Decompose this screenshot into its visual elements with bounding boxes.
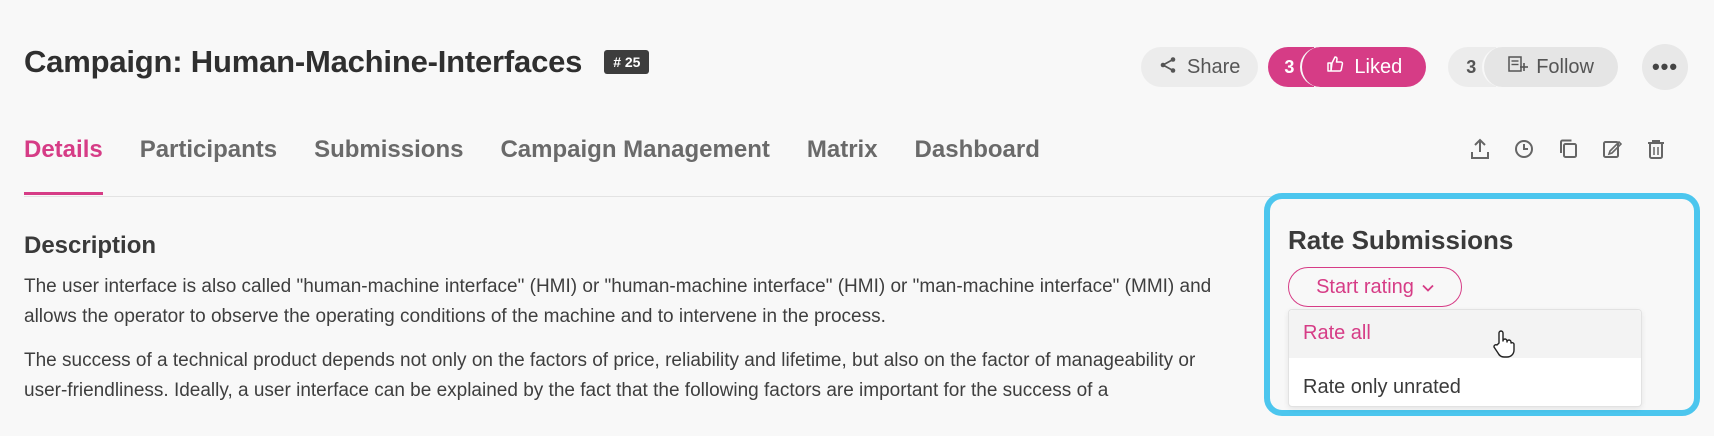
thumbs-up-icon: [1326, 55, 1344, 79]
hand-cursor-icon: [1491, 330, 1515, 365]
follow-group: 3 Follow: [1448, 47, 1618, 87]
title-row: Campaign: Human-Machine-Interfaces # 25: [24, 44, 650, 80]
more-options-button[interactable]: •••: [1642, 44, 1688, 90]
follow-button[interactable]: Follow: [1482, 47, 1618, 87]
campaign-page: Campaign: Human-Machine-Interfaces # 25 …: [0, 0, 1714, 436]
follow-icon: [1508, 55, 1529, 79]
share-button[interactable]: Share: [1141, 47, 1259, 87]
upload-icon[interactable]: [1468, 138, 1492, 166]
copy-icon[interactable]: [1556, 138, 1580, 166]
liked-label: Liked: [1354, 55, 1403, 78]
follow-label: Follow: [1536, 55, 1594, 78]
share-label: Share: [1187, 55, 1241, 78]
more-dots-icon: •••: [1651, 54, 1679, 79]
start-rating-button[interactable]: Start rating: [1288, 267, 1462, 307]
tab-matrix[interactable]: Matrix: [807, 136, 878, 195]
tab-bar: Details Participants Submissions Campaig…: [24, 136, 1077, 195]
description-heading: Description: [24, 232, 157, 259]
trash-icon[interactable]: [1644, 138, 1668, 166]
rating-dropdown-menu: Rate all Rate only unrated: [1288, 309, 1642, 407]
menu-item-rate-all[interactable]: Rate all: [1303, 322, 1371, 345]
tab-campaign-management[interactable]: Campaign Management: [500, 136, 769, 195]
like-group: 3 Liked: [1268, 47, 1427, 87]
description-paragraph: The user interface is also called "human…: [24, 276, 1212, 327]
share-icon: [1159, 56, 1177, 79]
tab-participants[interactable]: Participants: [140, 136, 277, 195]
start-rating-label: Start rating: [1316, 275, 1414, 298]
header-actions: Share 3 Liked 3 Follow •••: [1141, 44, 1688, 90]
description-paragraph: The success of a technical product depen…: [24, 350, 1196, 401]
tab-details[interactable]: Details: [24, 136, 103, 195]
page-title: Campaign: Human-Machine-Interfaces: [24, 44, 583, 79]
tab-submissions[interactable]: Submissions: [314, 136, 463, 195]
menu-item-rate-only-unrated[interactable]: Rate only unrated: [1303, 376, 1461, 399]
tab-dashboard[interactable]: Dashboard: [915, 136, 1040, 195]
tool-icons: [1448, 138, 1668, 166]
rate-panel-title: Rate Submissions: [1288, 225, 1514, 255]
rate-submissions-panel: Rate Submissions Start rating Rate all R…: [1264, 193, 1700, 416]
chevron-down-icon: [1422, 279, 1434, 295]
edit-icon[interactable]: [1600, 138, 1624, 166]
clock-icon[interactable]: [1512, 138, 1536, 166]
tab-divider: [24, 196, 1272, 197]
liked-button[interactable]: Liked: [1300, 47, 1427, 87]
campaign-id-badge: # 25: [604, 50, 650, 74]
